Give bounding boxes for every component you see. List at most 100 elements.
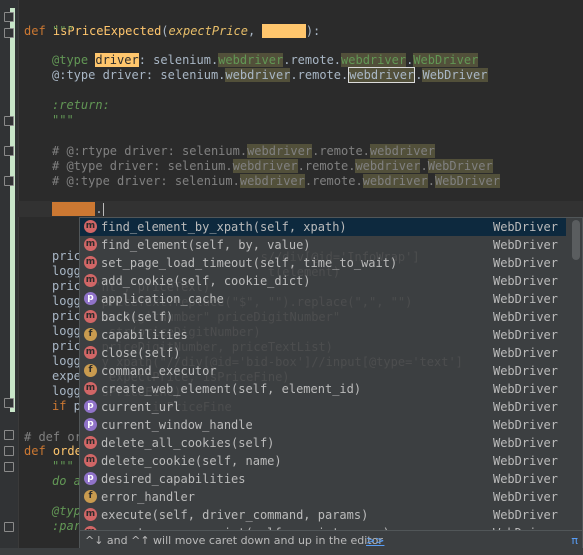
fold-icon[interactable] [4, 430, 14, 440]
method-icon: m [84, 454, 97, 467]
completion-item[interactable]: f command_executor WebDriver [80, 362, 566, 380]
method-icon: m [84, 346, 97, 359]
fold-icon[interactable] [4, 522, 14, 532]
completion-type: WebDriver [492, 364, 558, 378]
method-icon: m [84, 508, 97, 521]
fold-icon[interactable] [4, 176, 14, 186]
completion-item[interactable]: m delete_all_cookies(self) WebDriver [80, 434, 566, 452]
fold-icon[interactable] [4, 398, 14, 408]
doc-typ: @typ [52, 504, 81, 518]
code-fragment: logg [52, 354, 81, 368]
param-expect-price: expectPrice [168, 24, 249, 38]
completion-name: delete_cookie(self, name) [101, 454, 282, 468]
current-word-driver: driver [52, 202, 96, 216]
code-fragment: pric [52, 279, 81, 293]
comment-text: .remote. [312, 144, 370, 158]
comment-text: .remote. [297, 159, 356, 173]
completion-type: WebDriver [492, 220, 558, 234]
autocomplete-popup[interactable]: s//div[@id='InfoWrap'] t(element) 'nt', … [79, 217, 583, 550]
doc-return: :return: [52, 98, 110, 112]
doc-WebDriver: WebDriver [413, 53, 479, 67]
comment-WebDriver: WebDriver [427, 159, 493, 173]
completion-item[interactable]: m find_element(self, by, value) WebDriver [80, 236, 566, 254]
completion-name: set_page_load_timeout(self, time_to_wait… [101, 256, 398, 270]
comment-text: # @:type driver: selenium. [52, 174, 240, 188]
fold-icon[interactable] [4, 446, 14, 456]
fold-icon[interactable] [4, 116, 14, 126]
completion-item[interactable]: m execute(self, driver_command, params) We… [80, 506, 566, 524]
comment-line-1: # @:rtype driver: selenium.webdriver.rem… [52, 143, 435, 159]
completion-type: WebDriver [492, 238, 558, 252]
comment-WebDriver: WebDriver [434, 174, 500, 188]
code-line-def[interactable]: def isPriceExpected(expectPrice, driver)… [24, 7, 320, 38]
completion-item[interactable]: p current_url WebDriver [80, 398, 566, 416]
paren-close: ): [305, 24, 321, 38]
doc-webdriver: webdriver [218, 53, 284, 67]
completion-name: current_url [101, 400, 181, 414]
doc-text: .remote. [283, 53, 342, 67]
comment-webdriver: webdriver [247, 144, 313, 158]
comment-text: # @type driver: selenium. [52, 159, 233, 173]
property-icon: p [84, 472, 97, 485]
completion-item[interactable]: p current_window_handle WebDriver [80, 416, 566, 434]
field-icon: f [84, 490, 97, 503]
def-keyword: def [24, 444, 46, 458]
fold-icon[interactable] [4, 28, 14, 38]
completion-name: capabilities [101, 328, 188, 342]
completion-type: WebDriver [492, 436, 558, 450]
method-icon: m [84, 436, 97, 449]
completion-type: WebDriver [492, 508, 558, 522]
completion-item[interactable]: m find_element_by_xpath(self, xpath) WebDr… [80, 218, 566, 236]
comment-webdriver: webdriver [362, 174, 428, 188]
code-fragment: pric [52, 309, 81, 323]
comment-text: .remote. [304, 174, 363, 188]
completion-name: close(self) [101, 346, 181, 360]
completion-item[interactable]: p application_cache WebDriver [80, 290, 566, 308]
comment-webdriver: webdriver [369, 144, 435, 158]
completion-item[interactable]: m delete_cookie(self, name) WebDriver [80, 452, 566, 470]
completion-item[interactable]: m set_page_load_timeout(self, time_to_wai… [80, 254, 566, 272]
docstring-open: """ [52, 24, 74, 38]
fold-icon[interactable] [4, 12, 14, 22]
completion-type: WebDriver [492, 346, 558, 360]
method-icon: m [84, 220, 97, 233]
def-keyword: def [24, 24, 46, 38]
code-if-line: if p [52, 398, 81, 414]
completion-item[interactable]: f capabilities WebDriver [80, 326, 566, 344]
current-code-line[interactable]: driver. [52, 201, 104, 217]
completion-name: error_handler [101, 490, 195, 504]
fold-icon[interactable] [4, 462, 14, 472]
change-marker [10, 8, 15, 412]
function-name: orde [52, 444, 82, 458]
doc-text: @type [52, 53, 96, 67]
completion-item[interactable]: m add_cookie(self, cookie_dict) WebDriver [80, 272, 566, 290]
completion-name: current_window_handle [101, 418, 253, 432]
code-fragment: logg [52, 324, 81, 338]
doc-text: .remote. [290, 68, 349, 82]
doc-webdriver: webdriver [341, 53, 407, 67]
completion-name: add_cookie(self, cookie_dict) [101, 274, 311, 288]
completion-name: execute(self, driver_command, params) [101, 508, 369, 522]
completion-item[interactable]: f error_handler WebDriver [80, 488, 566, 506]
comment-webdriver: webdriver [239, 174, 305, 188]
comma: , [248, 24, 263, 38]
completion-item[interactable]: m close(self) WebDriver [80, 344, 566, 362]
completion-type: WebDriver [492, 490, 558, 504]
completion-type: WebDriver [492, 382, 558, 396]
code-fragment: logg [52, 384, 81, 398]
completion-name: find_element_by_xpath(self, xpath) [101, 220, 347, 234]
completion-item[interactable]: m back(self) WebDriver [80, 308, 566, 326]
completion-item[interactable]: m create_web_element(self, element_id) Web… [80, 380, 566, 398]
popup-scrollbar[interactable] [572, 220, 580, 260]
property-icon: p [84, 400, 97, 413]
completion-type: WebDriver [492, 472, 558, 486]
completion-name: back(self) [101, 310, 174, 324]
completion-item[interactable]: p desired_capabilities WebDriver [80, 470, 566, 488]
text-caret [102, 203, 104, 216]
completion-type: WebDriver [492, 328, 558, 342]
doc-webdriver-boxed: webdriver [348, 67, 416, 83]
fold-icon[interactable] [4, 146, 14, 156]
param-driver-highlighted: driver [262, 24, 306, 38]
current-dot: . [95, 202, 103, 216]
comment-webdriver: webdriver [355, 159, 421, 173]
